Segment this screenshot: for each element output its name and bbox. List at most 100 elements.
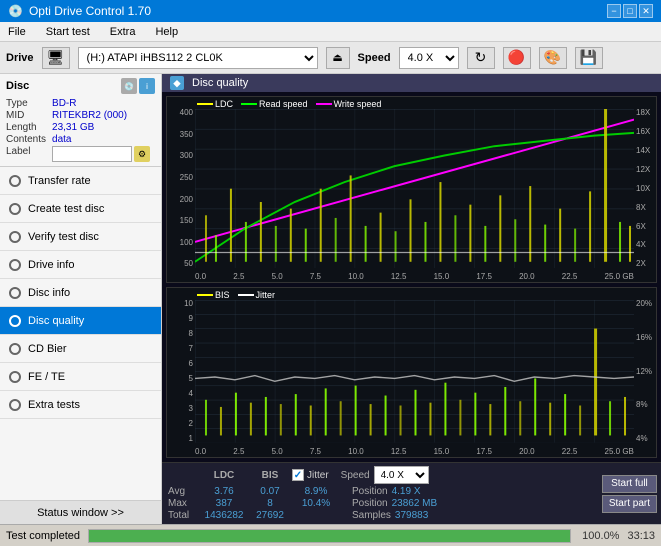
- burn-icon-btn[interactable]: 🔴: [503, 47, 531, 69]
- charts-area: LDC Read speed Write speed 400 350: [162, 92, 661, 462]
- sidebar-item-extra-tests[interactable]: Extra tests: [0, 391, 161, 419]
- speed-select-stats[interactable]: 4.0 X: [374, 466, 429, 484]
- bis-color: [197, 294, 213, 296]
- chart1-y-axis-left: 400 350 300 250 200 150 100 50: [167, 109, 195, 268]
- ldc-header: LDC: [200, 470, 248, 481]
- nav-label-disc-info: Disc info: [28, 287, 70, 299]
- y-label-250: 250: [180, 174, 193, 182]
- y-label-400: 400: [180, 109, 193, 117]
- stats-header-row: LDC BIS ✓ Jitter Speed 4.0 X: [168, 466, 592, 484]
- y-label-150: 150: [180, 217, 193, 225]
- speed-header: Speed: [341, 470, 370, 481]
- disc-icons: 💿 i: [121, 78, 155, 94]
- sidebar-item-drive-info[interactable]: Drive info: [0, 251, 161, 279]
- chart2-y-axis-left: 10 9 8 7 6 5 4 3 2 1: [167, 300, 195, 443]
- legend-bis: BIS: [197, 290, 230, 300]
- disc-info-grid: Type BD-R MID RITEKBR2 (000) Length 23,3…: [6, 98, 155, 162]
- drive-select[interactable]: (H:) ATAPI iHBS112 2 CL0K: [78, 47, 318, 69]
- chart2-legend: BIS Jitter: [197, 290, 275, 300]
- max-bis: 8: [252, 498, 288, 509]
- status-window-label: Status window >>: [37, 507, 124, 519]
- sidebar-item-create-test-disc[interactable]: Create test disc: [0, 195, 161, 223]
- chart1-svg-area: [195, 109, 634, 268]
- verify-test-disc-icon: [8, 230, 22, 244]
- nav-label-fe-te: FE / TE: [28, 371, 65, 383]
- sidebar-item-transfer-rate[interactable]: Transfer rate: [0, 167, 161, 195]
- sidebar-item-verify-test-disc[interactable]: Verify test disc: [0, 223, 161, 251]
- sidebar: Disc 💿 i Type BD-R MID RITEKBR2 (000) Le…: [0, 74, 162, 524]
- chart-ldc: LDC Read speed Write speed 400 350: [166, 96, 657, 283]
- mid-label: MID: [6, 110, 46, 121]
- yr-18x: 18X: [636, 109, 650, 117]
- samples-header: Samples: [352, 510, 391, 521]
- menu-help[interactable]: Help: [151, 24, 182, 40]
- chart2-svg: [195, 300, 634, 443]
- start-part-button[interactable]: Start part: [602, 495, 657, 513]
- status-window-button[interactable]: Status window >>: [0, 500, 161, 524]
- legend-read-speed: Read speed: [241, 99, 308, 109]
- avg-label: Avg: [168, 486, 196, 497]
- write-speed-color: [316, 103, 332, 105]
- disc-panel: Disc 💿 i Type BD-R MID RITEKBR2 (000) Le…: [0, 74, 161, 167]
- main-layout: Disc 💿 i Type BD-R MID RITEKBR2 (000) Le…: [0, 74, 661, 524]
- jitter-label: Jitter: [307, 470, 329, 481]
- disc-title: Disc: [6, 80, 29, 92]
- sidebar-item-disc-info[interactable]: Disc info: [0, 279, 161, 307]
- bottom-bar: Test completed 100.0% 33:13: [0, 524, 661, 546]
- chart2-svg-area: [195, 300, 634, 443]
- drive-info-icon: [8, 258, 22, 272]
- chart-bis: BIS Jitter 10 9 8 7 6 5 4: [166, 287, 657, 458]
- menu-start-test[interactable]: Start test: [42, 24, 94, 40]
- nav-label-verify-test-disc: Verify test disc: [28, 231, 99, 243]
- length-value: 23,31 GB: [52, 122, 155, 133]
- start-full-button[interactable]: Start full: [602, 475, 657, 493]
- menu-bar: File Start test Extra Help: [0, 22, 661, 42]
- max-ldc: 387: [200, 498, 248, 509]
- stats-total-row: Total 1436282 27692 Samples 379883: [168, 510, 592, 521]
- content-area: ◆ Disc quality LDC Read speed: [162, 74, 661, 524]
- maximize-button[interactable]: □: [623, 4, 637, 18]
- speed-label: Speed: [358, 52, 391, 64]
- read-speed-color: [241, 103, 257, 105]
- chart1-svg: [195, 109, 634, 268]
- menu-extra[interactable]: Extra: [106, 24, 140, 40]
- type-value: BD-R: [52, 98, 155, 109]
- sidebar-item-cd-bier[interactable]: CD Bier: [0, 335, 161, 363]
- drive-bar: Drive 🖥 (H:) ATAPI iHBS112 2 CL0K ⏏ Spee…: [0, 42, 661, 74]
- total-ldc: 1436282: [200, 510, 248, 521]
- fe-te-icon: [8, 370, 22, 384]
- yr-16x: 16X: [636, 128, 650, 136]
- bis-header: BIS: [252, 470, 288, 481]
- close-button[interactable]: ✕: [639, 4, 653, 18]
- nav-label-drive-info: Drive info: [28, 259, 74, 271]
- disc-icon2[interactable]: i: [139, 78, 155, 94]
- label-input[interactable]: [52, 146, 132, 162]
- chart1-x-axis: 0.0 2.5 5.0 7.5 10.0 12.5 15.0 17.5 20.0…: [195, 270, 634, 282]
- label-btn[interactable]: ⚙: [134, 146, 150, 162]
- total-bis: 27692: [252, 510, 288, 521]
- y-label-100: 100: [180, 239, 193, 247]
- avg-bis: 0.07: [252, 486, 288, 497]
- legend-bis-label: BIS: [215, 290, 230, 300]
- read-icon-btn[interactable]: ↻: [467, 47, 495, 69]
- avg-jitter: 8.9%: [292, 486, 340, 497]
- save-icon-btn[interactable]: 💾: [575, 47, 603, 69]
- start-buttons: Start full Start part: [598, 463, 661, 524]
- chart2-y-axis-right: 20% 16% 12% 8% 4%: [634, 300, 656, 443]
- label-label: Label: [6, 146, 46, 162]
- yr-2x: 2X: [636, 260, 646, 268]
- sidebar-item-fe-te[interactable]: FE / TE: [0, 363, 161, 391]
- eject-button[interactable]: ⏏: [326, 47, 350, 69]
- type-label: Type: [6, 98, 46, 109]
- disc-quality-icon: [8, 314, 22, 328]
- jitter-checkbox[interactable]: ✓: [292, 469, 304, 481]
- chart1-y-axis-right: 18X 16X 14X 12X 10X 8X 6X 4X 2X: [634, 109, 656, 268]
- legend-write-speed-label: Write speed: [334, 99, 382, 109]
- speed-select[interactable]: 4.0 X: [399, 47, 459, 69]
- settings-icon-btn[interactable]: 🎨: [539, 47, 567, 69]
- y-label-50: 50: [184, 260, 193, 268]
- minimize-button[interactable]: −: [607, 4, 621, 18]
- sidebar-item-disc-quality[interactable]: Disc quality: [0, 307, 161, 335]
- menu-file[interactable]: File: [4, 24, 30, 40]
- title-bar-controls: − □ ✕: [607, 4, 653, 18]
